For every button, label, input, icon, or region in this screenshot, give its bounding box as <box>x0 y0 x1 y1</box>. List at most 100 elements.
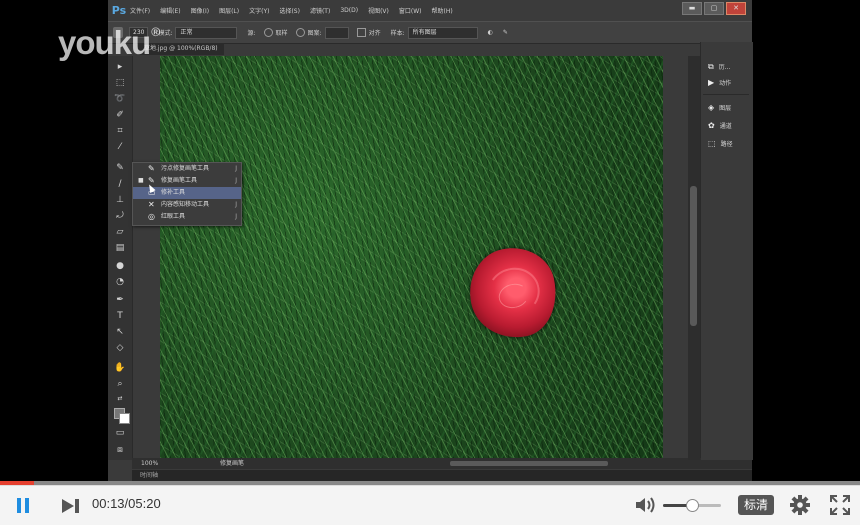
healing-brush-tool-icon[interactable]: ✎ <box>114 163 126 173</box>
swap-colors-icon[interactable]: ⇄ <box>114 394 126 404</box>
flyout-label: 修补工具 <box>161 189 186 196</box>
history-brush-tool-icon[interactable]: ⤾ <box>114 211 126 221</box>
tools-panel: ▸ ⬚ ➰ ✐ ⌗ ⁄ ✎ ∕ ⊥ ⤾ ▱ ▤ ● ◔ ✒ T ↖ ◇ ✋ ⌕ … <box>108 56 133 460</box>
history-icon: ⧉ <box>708 62 714 71</box>
panel-actions[interactable]: ▶ 动作 <box>708 78 731 87</box>
active-tool-indicator: ■ <box>138 177 144 184</box>
vertical-scrollbar-thumb[interactable] <box>690 186 697 326</box>
mode-select[interactable]: 正常 <box>175 26 238 39</box>
gradient-tool-icon[interactable]: ▤ <box>114 243 126 253</box>
type-tool-icon[interactable]: T <box>114 311 126 321</box>
quick-mask-icon[interactable]: ▭ <box>114 428 126 438</box>
panel-actions-label: 动作 <box>719 80 732 87</box>
minimize-button[interactable]: ▬ <box>682 2 702 15</box>
quality-button[interactable]: 标清 <box>738 495 775 515</box>
document-info[interactable]: 修复画笔 <box>220 458 244 469</box>
status-bar: 100% 修复画笔 <box>132 458 752 469</box>
next-button[interactable] <box>61 497 81 515</box>
menu-image[interactable]: 图像(I) <box>191 6 209 15</box>
menu-bar: Ps 文件(F) 编辑(E) 图像(I) 图层(L) 文字(Y) 选择(S) 滤… <box>108 0 752 21</box>
ignore-adjustment-icon[interactable]: ◐ <box>488 29 493 36</box>
volume-slider[interactable] <box>663 499 721 512</box>
volume-knob[interactable] <box>686 499 699 512</box>
panel-paths[interactable]: ⬚ 路径 <box>708 139 733 148</box>
aligned-checkbox[interactable] <box>356 28 366 37</box>
menu-file[interactable]: 文件(F) <box>130 6 150 15</box>
red-eye-icon: ◎ <box>148 212 155 221</box>
panel-channels[interactable]: ✿ 通道 <box>708 121 732 130</box>
menu-help[interactable]: 帮助(H) <box>432 6 453 15</box>
menu-filter[interactable]: 滤镜(T) <box>310 6 330 15</box>
volume-button[interactable] <box>634 495 656 515</box>
shape-tool-icon[interactable]: ◇ <box>114 343 126 353</box>
timeline-label: 时间轴 <box>140 472 159 479</box>
crop-tool-icon[interactable]: ⌗ <box>114 126 126 136</box>
pen-tool-icon[interactable]: ✒ <box>114 295 126 305</box>
menu-edit[interactable]: 编辑(E) <box>160 6 180 15</box>
window-controls: ▬ ▢ ✕ <box>682 2 746 15</box>
brush-tool-icon[interactable]: ∕ <box>114 179 126 189</box>
pressure-icon[interactable]: ✎ <box>503 29 508 36</box>
sample-select[interactable]: 所有图层 <box>407 26 478 39</box>
video-area[interactable]: Ps 文件(F) 编辑(E) 图像(I) 图层(L) 文字(Y) 选择(S) 滤… <box>0 0 860 481</box>
dodge-tool-icon[interactable]: ◔ <box>114 277 126 287</box>
aligned-label: 对齐 <box>368 30 381 37</box>
horizontal-scrollbar-thumb[interactable] <box>450 461 608 466</box>
sampled-radio[interactable] <box>263 28 273 37</box>
quick-select-tool-icon[interactable]: ✐ <box>114 110 126 120</box>
marquee-tool-icon[interactable]: ⬚ <box>114 78 126 88</box>
eyedropper-tool-icon[interactable]: ⁄ <box>114 142 126 152</box>
flyout-content-aware-move[interactable]: ✕ 内容感知移动工具 J <box>133 199 241 211</box>
flyout-label: 污点修复画笔工具 <box>161 165 210 172</box>
panel-layers[interactable]: ◈ 图层 <box>708 103 731 112</box>
panel-history[interactable]: ⧉ 历... <box>708 62 730 72</box>
channels-icon: ✿ <box>708 121 715 130</box>
watermark-registered: ® <box>151 25 160 39</box>
zoom-tool-icon[interactable]: ⌕ <box>114 379 126 389</box>
menu-select[interactable]: 选择(S) <box>279 6 300 15</box>
close-button[interactable]: ✕ <box>726 2 746 15</box>
blur-tool-icon[interactable]: ● <box>114 261 126 271</box>
mode-label: 模式: <box>158 30 173 37</box>
fullscreen-button[interactable] <box>829 494 851 516</box>
timeline-tab[interactable]: 时间轴 <box>132 470 752 481</box>
move-tool-icon[interactable]: ▸ <box>114 62 126 72</box>
menu-3d[interactable]: 3D(D) <box>340 7 358 14</box>
menu-view[interactable]: 视图(V) <box>368 6 389 15</box>
gear-icon <box>790 495 810 515</box>
document-canvas[interactable] <box>160 56 663 458</box>
panel-divider <box>703 94 749 95</box>
pattern-radio[interactable] <box>295 28 305 37</box>
speaker-icon <box>636 497 655 513</box>
settings-button[interactable] <box>789 494 811 516</box>
flyout-label: 修复画笔工具 <box>161 177 198 184</box>
hand-tool-icon[interactable]: ✋ <box>114 363 126 373</box>
clone-stamp-tool-icon[interactable]: ⊥ <box>114 195 126 205</box>
lasso-tool-icon[interactable]: ➰ <box>114 94 126 104</box>
source-label: 源: <box>247 30 256 37</box>
flyout-spot-healing-brush[interactable]: ✎ 污点修复画笔工具 J <box>133 163 241 175</box>
shortcut-indicator: J <box>235 165 237 172</box>
path-select-tool-icon[interactable]: ↖ <box>114 327 126 337</box>
pattern-picker[interactable] <box>324 26 349 39</box>
options-bar: 230 模式: 正常 源: 取样 图案: 对齐 样本: 所有图层 ◐ ✎ <box>108 21 752 44</box>
layers-icon: ◈ <box>708 103 715 112</box>
vertical-scrollbar[interactable] <box>688 56 700 460</box>
menu-layer[interactable]: 图层(L) <box>219 6 239 15</box>
youku-watermark: youku® <box>58 24 160 62</box>
sample-label: 样本: <box>390 30 405 37</box>
pattern-label: 图案: <box>307 30 322 37</box>
screen-mode-icon[interactable]: ⧈ <box>114 445 126 455</box>
menu-window[interactable]: 窗口(W) <box>399 6 422 15</box>
panel-channels-label: 通道 <box>719 123 732 130</box>
flyout-red-eye[interactable]: ◎ 红眼工具 J <box>133 211 241 223</box>
shortcut-indicator: J <box>235 177 237 184</box>
sampled-label: 取样 <box>275 30 288 37</box>
zoom-level[interactable]: 100% <box>141 458 158 469</box>
shortcut-indicator: J <box>235 201 237 208</box>
maximize-button[interactable]: ▢ <box>704 2 724 15</box>
menu-type[interactable]: 文字(Y) <box>249 6 269 15</box>
eraser-tool-icon[interactable]: ▱ <box>114 227 126 237</box>
background-color-swatch[interactable] <box>119 413 130 424</box>
pause-button[interactable] <box>16 497 34 515</box>
